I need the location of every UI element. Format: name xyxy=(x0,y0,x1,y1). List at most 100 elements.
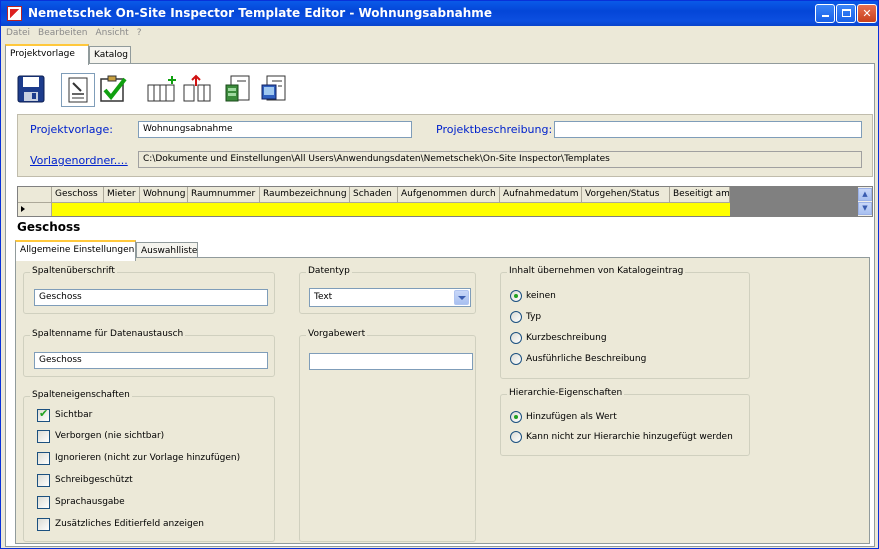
checkbox-label: Schreibgeschützt xyxy=(55,475,133,485)
app-icon[interactable] xyxy=(7,6,22,21)
import-icon xyxy=(261,75,286,101)
column-name-input[interactable]: Geschoss xyxy=(34,352,268,369)
radio-icon xyxy=(510,353,522,365)
radio-icon xyxy=(510,311,522,323)
radio-label: keinen xyxy=(526,291,556,301)
minimize-button[interactable] xyxy=(815,4,835,23)
project-info-panel: Projektvorlage: Wohnungsabnahme Projektb… xyxy=(17,114,873,177)
radio-not-in-hierarchy[interactable]: Kann nicht zur Hierarchie hinzugefügt we… xyxy=(510,431,733,443)
template-label: Projektvorlage: xyxy=(30,123,113,136)
chevron-down-icon[interactable] xyxy=(454,290,469,305)
radio-label: Hinzufügen als Wert xyxy=(526,412,617,422)
project-description-input[interactable] xyxy=(554,121,862,138)
hierarchy-group: Hierarchie-Eigenschaften Hinzufügen als … xyxy=(500,388,750,456)
grid-row-indicator[interactable] xyxy=(18,203,52,216)
menu-view[interactable]: Ansicht xyxy=(90,26,131,38)
menu-edit[interactable]: Bearbeiten xyxy=(33,26,90,38)
remove-column-icon xyxy=(183,74,211,102)
menu-help[interactable]: ? xyxy=(132,26,145,38)
grid-scrollbar[interactable]: ▲ ▼ xyxy=(858,187,872,216)
radio-icon xyxy=(510,431,522,443)
ignore-checkbox[interactable]: Ignorieren (nicht zur Vorlage hinzufügen… xyxy=(37,452,241,465)
grid-column-header[interactable]: Beseitigt am xyxy=(670,187,730,203)
window-title: Nemetschek On-Site Inspector Template Ed… xyxy=(28,6,492,20)
export-button[interactable] xyxy=(223,73,257,107)
add-column-button[interactable] xyxy=(145,73,179,107)
column-properties-group: Spalteneigenschaften Sichtbar Verborgen … xyxy=(23,390,275,542)
grid-column-header[interactable]: Wohnung xyxy=(140,187,188,203)
column-name-group: Spaltenname für Datenaustausch Geschoss xyxy=(23,329,275,377)
menu-file[interactable]: Datei xyxy=(1,26,33,38)
grid-column-header[interactable]: Vorgehen/Status xyxy=(582,187,670,203)
default-value-group: Vorgabewert xyxy=(299,329,476,542)
column-properties-title: Spalteneigenschaften xyxy=(30,390,132,400)
checkbox-icon xyxy=(37,474,50,487)
tab-general-settings[interactable]: Allgemeine Einstellungen xyxy=(15,240,136,261)
template-folder-link[interactable]: Vorlagenordner.... xyxy=(30,154,128,167)
checkbox-label: Sichtbar xyxy=(55,410,93,420)
radio-short-description[interactable]: Kurzbeschreibung xyxy=(510,332,607,344)
radio-label: Kann nicht zur Hierarchie hinzugefügt we… xyxy=(526,432,733,442)
default-value-input[interactable] xyxy=(309,353,473,370)
save-icon xyxy=(17,75,45,103)
checkbox-label: Zusätzliches Editierfeld anzeigen xyxy=(55,519,204,529)
remove-column-button[interactable] xyxy=(181,73,215,107)
scroll-up-button[interactable]: ▲ xyxy=(858,188,872,201)
hidden-checkbox[interactable]: Verborgen (nie sichtbar) xyxy=(37,430,165,443)
maximize-button[interactable] xyxy=(836,4,856,23)
readonly-checkbox[interactable]: Schreibgeschützt xyxy=(37,474,133,487)
checkbox-label: Verborgen (nie sichtbar) xyxy=(55,431,165,441)
speech-output-checkbox[interactable]: Sprachausgabe xyxy=(37,496,125,509)
title-bar[interactable]: Nemetschek On-Site Inspector Template Ed… xyxy=(1,1,878,26)
check-button[interactable] xyxy=(97,73,131,107)
add-column-icon xyxy=(147,76,176,102)
radio-selected-icon xyxy=(510,290,522,302)
radio-icon xyxy=(510,332,522,344)
grid-empty-area xyxy=(730,187,858,216)
checkbox-label: Ignorieren (nicht zur Vorlage hinzufügen… xyxy=(55,453,241,463)
tab-projektvorlage[interactable]: Projektvorlage xyxy=(5,44,89,65)
grid-column-header[interactable]: Aufnahmedatum xyxy=(500,187,582,203)
scroll-down-button[interactable]: ▼ xyxy=(858,202,872,215)
save-button[interactable] xyxy=(15,73,49,107)
radio-label: Kurzbeschreibung xyxy=(526,333,607,343)
project-description-label: Projektbeschreibung: xyxy=(436,123,553,136)
menu-bar: Datei Bearbeiten Ansicht? xyxy=(1,26,878,42)
close-button[interactable]: ✕ xyxy=(857,4,877,23)
grid-column-header[interactable]: Aufgenommen durch xyxy=(398,187,500,203)
extra-edit-field-checkbox[interactable]: Zusätzliches Editierfeld anzeigen xyxy=(37,518,204,531)
radio-none[interactable]: keinen xyxy=(510,290,556,302)
grid-corner-cell[interactable] xyxy=(18,187,52,203)
grid-column-header[interactable]: Raumbezeichnung xyxy=(260,187,350,203)
grid-column-header[interactable]: Raumnummer xyxy=(188,187,260,203)
tab-katalog[interactable]: Katalog xyxy=(89,46,131,64)
checkbox-label: Sprachausgabe xyxy=(55,497,125,507)
grid-column-header[interactable]: Geschoss xyxy=(52,187,104,203)
column-header-group: Spaltenüberschrift Geschoss xyxy=(23,266,275,314)
grid-column-header[interactable]: Schaden xyxy=(350,187,398,203)
default-value-title: Vorgabewert xyxy=(306,329,368,339)
app-window: Nemetschek On-Site Inspector Template Ed… xyxy=(0,0,879,549)
maximize-icon xyxy=(841,9,851,17)
radio-long-description[interactable]: Ausführliche Beschreibung xyxy=(510,353,646,365)
template-name-input[interactable]: Wohnungsabnahme xyxy=(138,121,412,138)
import-button[interactable] xyxy=(259,73,293,107)
radio-add-as-value[interactable]: Hinzufügen als Wert xyxy=(510,411,617,423)
datatype-value: Text xyxy=(314,292,333,302)
hierarchy-title: Hierarchie-Eigenschaften xyxy=(507,388,625,398)
column-header-input[interactable]: Geschoss xyxy=(34,289,268,306)
datatype-select[interactable]: Text xyxy=(309,288,471,307)
template-folder-path: C:\Dokumente und Einstellungen\All Users… xyxy=(138,151,862,168)
export-icon xyxy=(225,75,250,102)
table-row[interactable] xyxy=(52,203,730,216)
checkbox-checked-icon xyxy=(37,408,50,422)
close-icon: ✕ xyxy=(862,7,872,20)
visible-checkbox[interactable]: Sichtbar xyxy=(37,408,93,422)
radio-type[interactable]: Typ xyxy=(510,311,542,323)
radio-selected-icon xyxy=(510,411,522,423)
radio-label: Typ xyxy=(526,312,542,322)
catalog-entry-title: Inhalt übernehmen von Katalogeintrag xyxy=(507,266,686,276)
grid-column-header[interactable]: Mieter xyxy=(104,187,140,203)
checkbox-icon xyxy=(37,496,50,509)
edit-document-button[interactable] xyxy=(61,73,95,107)
